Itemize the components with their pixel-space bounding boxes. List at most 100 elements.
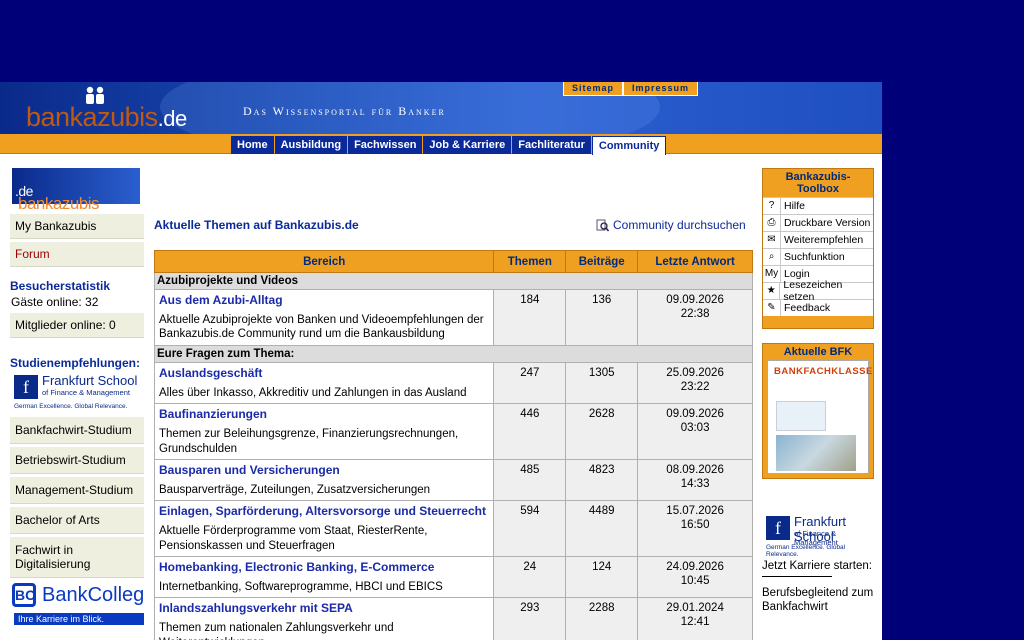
table-row: Homebanking, Electronic Banking, E-Comme… — [153, 555, 753, 599]
last-reply-time: 03:03 — [680, 421, 710, 434]
studies-title: Studienempfehlungen: — [10, 356, 140, 370]
column-header: Themen — [493, 250, 567, 273]
header-banner: bankazubis.de Das Wissensportal für Bank… — [0, 82, 882, 134]
forum-link[interactable]: Aus dem Azubi-Alltag — [159, 293, 489, 308]
top-links: Sitemap Impressum — [563, 82, 699, 96]
column-header: Letzte Antwort — [637, 250, 753, 273]
section-title: Eure Fragen zum Thema: — [154, 344, 753, 363]
forum-link[interactable]: Inlandszahlungsverkehr mit SEPA — [159, 601, 489, 616]
forum-link[interactable]: Baufinanzierungen — [159, 407, 489, 422]
last-reply-date: 08.09.2026 — [666, 463, 724, 476]
last-reply-date: 15.07.2026 — [666, 505, 724, 518]
topic-count: 485 — [493, 458, 567, 502]
forum-cell: Baufinanzierungen Themen zur Beleihungsgr… — [153, 403, 495, 460]
forum-cell: Auslandsgeschäft Alles über Inkasso, Akkr… — [153, 361, 495, 405]
tab-job-karriere[interactable]: Job & Karriere — [423, 136, 512, 154]
toplink-sitemap[interactable]: Sitemap — [563, 82, 624, 96]
toolbox-icon: ? — [763, 198, 781, 214]
sidebar-item-my-bankazubis[interactable]: My Bankazubis — [10, 214, 144, 239]
post-count: 2628 — [565, 403, 639, 460]
post-count: 2288 — [565, 597, 639, 640]
forum-link[interactable]: Auslandsgeschäft — [159, 366, 489, 381]
forum-description: Themen zur Beleihungsgrenze, Finanzierun… — [159, 428, 459, 455]
section-row: Eure Fragen zum Thema: — [154, 344, 753, 363]
table-row: Inlandszahlungsverkehr mit SEPA Themen zu… — [153, 597, 753, 640]
tab-community[interactable]: Community — [591, 136, 667, 155]
study-item[interactable]: Fachwirt in Digitalisierung — [10, 537, 144, 578]
table-row: Aus dem Azubi-Alltag Aktuelle Azubiprojek… — [153, 289, 753, 346]
tab-fachwissen[interactable]: Fachwissen — [348, 136, 423, 154]
forum-table: Bereich Themen Beiträge Letzte Antwort Azub… — [153, 250, 753, 640]
column-header: Bereich — [153, 250, 495, 273]
slogan: Das Wissensportal für Banker — [243, 104, 446, 118]
table-row: Einlagen, Sparförderung, Altersvorsorge … — [153, 500, 753, 557]
forum-cell: Homebanking, Electronic Banking, E-Comme… — [153, 555, 495, 599]
table-row: Baufinanzierungen Themen zur Beleihungsgr… — [153, 403, 753, 460]
last-reply[interactable]: 09.09.2026 22:38 — [637, 289, 753, 346]
forum-link[interactable]: Einlagen, Sparförderung, Altersvorsorge … — [159, 504, 489, 519]
topic-count: 293 — [493, 597, 567, 640]
toolbox-title: Bankazubis-Toolbox — [785, 171, 851, 195]
forum-cell: Bausparen und Versicherungen Bausparvertr… — [153, 458, 495, 502]
forum-cell: Aus dem Azubi-Alltag Aktuelle Azubiprojek… — [153, 289, 495, 346]
sidebar-item-forum[interactable]: Forum — [10, 242, 144, 267]
toolbox-label: Lesezeichen setzen — [783, 279, 843, 303]
bankcolleg-logo[interactable]: BC BankColleg Ihre Karriere im Blick. — [10, 581, 144, 629]
community-search-link[interactable]: Community durchsuchen — [596, 218, 746, 232]
ad-text-2: Berufsbegleitend zum Bankfachwirt — [762, 586, 874, 613]
last-reply-time: 16:50 — [680, 519, 710, 532]
toolbox-item-lesezeichen-setzen[interactable]: ★ Lesezeichen setzen — [763, 279, 873, 303]
toolbox-item-suchfunktion[interactable]: ⌕ Suchfunktion — [763, 248, 873, 265]
last-reply-time: 12:41 — [680, 616, 710, 629]
toolbox-item-weiterempfehlen[interactable]: ✉ Weiterempfehlen — [763, 231, 873, 248]
last-reply[interactable]: 09.09.2026 03:03 — [637, 403, 753, 460]
frankfurt-school-ad[interactable]: f Frankfurt School of Finance & Manageme… — [762, 514, 874, 614]
forum-link[interactable]: Homebanking, Electronic Banking, E-Comme… — [159, 560, 489, 575]
last-reply[interactable]: 24.09.2026 10:45 — [637, 555, 753, 599]
last-reply-time: 23:22 — [680, 380, 710, 393]
logo-word: bankazubis — [26, 102, 158, 132]
last-reply[interactable]: 08.09.2026 14:33 — [637, 458, 753, 502]
post-count: 4823 — [565, 458, 639, 502]
column-header: Beiträge — [565, 250, 639, 273]
post-count: 136 — [565, 289, 639, 346]
last-reply-date: 24.09.2026 — [666, 561, 724, 573]
toolbox-item-druckbare-version[interactable]: ⎙ Druckbare Version — [763, 214, 873, 231]
last-reply[interactable]: 25.09.2026 23:22 — [637, 361, 753, 405]
frankfurt-school-logo[interactable]: f Frankfurt School of Finance & Manageme… — [10, 373, 144, 413]
toolbox-icon: My — [763, 266, 781, 282]
toolbox-item-hilfe[interactable]: ? Hilfe — [763, 197, 873, 214]
stats-title: Besucherstatistik — [10, 279, 111, 293]
topic-count: 184 — [493, 289, 567, 346]
forum-description: Alles über Inkasso, Akkreditiv und Zahlu… — [159, 386, 467, 399]
forum-cell: Einlagen, Sparförderung, Altersvorsorge … — [153, 500, 495, 557]
forum-description: Bausparverträge, Zuteilungen, Zusatzvers… — [159, 483, 431, 496]
site-logo[interactable]: bankazubis.de — [26, 102, 187, 133]
topic-count: 594 — [493, 500, 567, 557]
study-item[interactable]: Management-Studium — [10, 477, 144, 504]
study-item[interactable]: Bankfachwirt-Studium — [10, 417, 144, 444]
tab-ausbildung[interactable]: Ausbildung — [274, 136, 348, 154]
forum-link[interactable]: Bausparen und Versicherungen — [159, 463, 489, 478]
toolbox-icon: ✉ — [763, 232, 781, 248]
sidebar-logo[interactable]: bankazubis .de — [12, 168, 140, 213]
study-item[interactable]: Betriebswirt-Studium — [10, 447, 144, 474]
toolbox: Bankazubis-Toolbox ? Hilfe ⎙ Druckbare Vers… — [762, 168, 874, 329]
toolbox-label: Feedback — [784, 302, 831, 314]
toolbox-icon: ★ — [763, 283, 781, 299]
tab-home[interactable]: Home — [231, 136, 274, 154]
last-reply[interactable]: 29.01.2024 12:41 — [637, 597, 753, 640]
toplink-impressum[interactable]: Impressum — [623, 82, 699, 96]
forum-description: Aktuelle Förderprogramme vom Staat, Ries… — [159, 525, 428, 552]
search-icon — [596, 219, 609, 231]
bfk-cover-image[interactable]: BANKFACHKLASSE — [767, 360, 872, 474]
table-row: Auslandsgeschäft Alles über Inkasso, Akkr… — [153, 361, 753, 405]
forum-description: Themen zum nationalen Zahlungsverkehr un… — [159, 622, 394, 640]
forum-description: Internetbanking, Softwareprogramme, HBCI… — [159, 581, 443, 593]
tab-fachliteratur[interactable]: Fachliteratur — [512, 136, 591, 154]
study-item[interactable]: Bachelor of Arts — [10, 507, 144, 534]
last-reply[interactable]: 15.07.2026 16:50 — [637, 500, 753, 557]
toolbox-label: Weiterempfehlen — [784, 234, 864, 246]
left-menu: My Bankazubis Forum — [10, 214, 144, 267]
topic-count: 24 — [493, 555, 567, 599]
